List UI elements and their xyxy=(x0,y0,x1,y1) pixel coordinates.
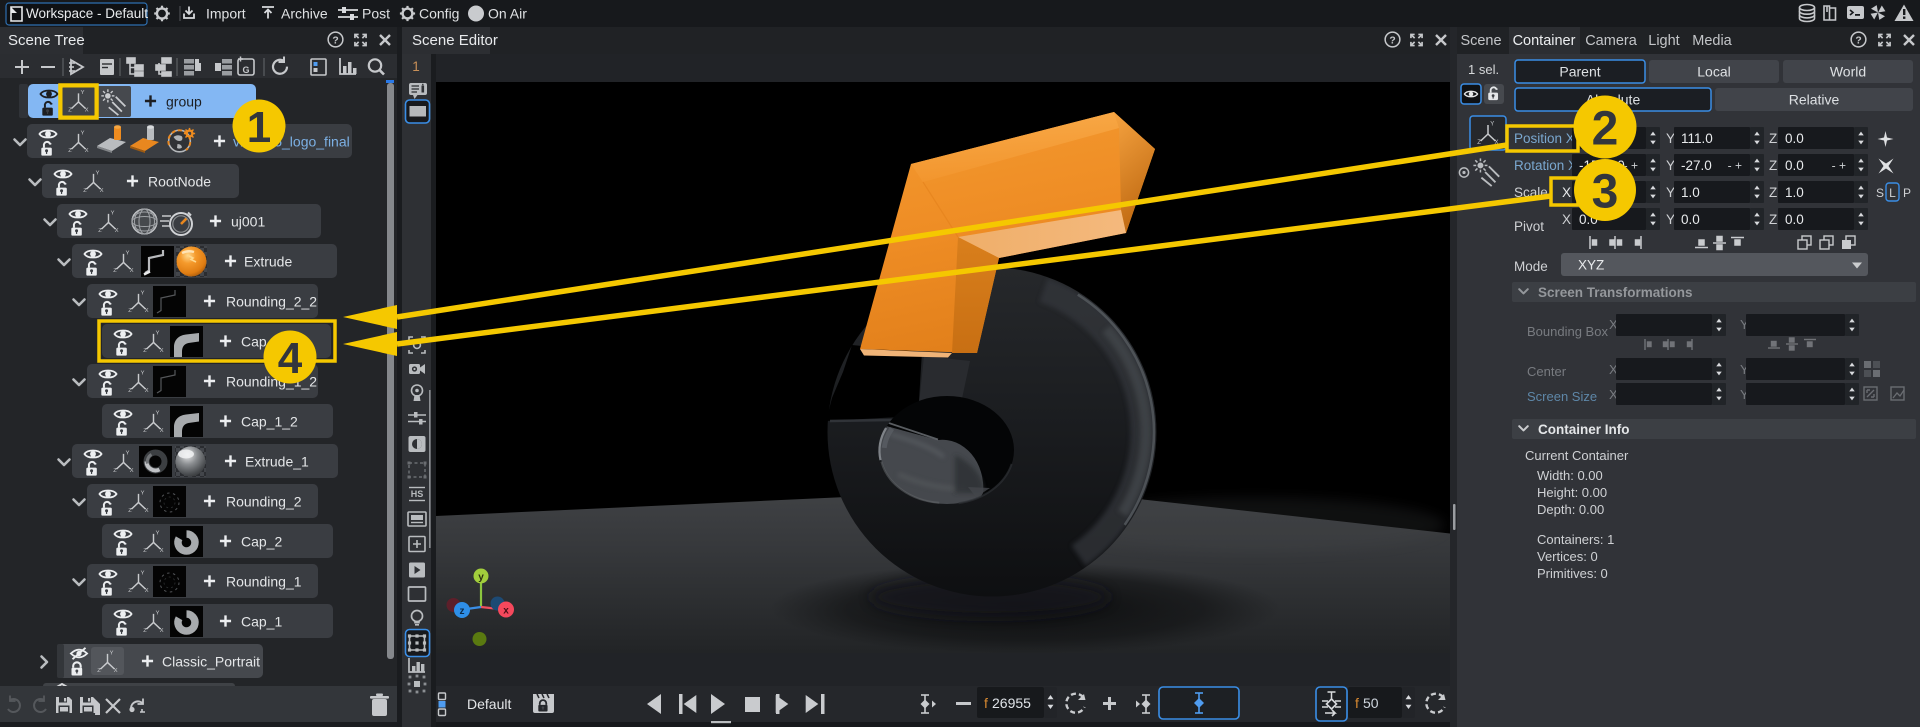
svg-text:Container: Container xyxy=(1513,33,1576,49)
svg-text:X: X xyxy=(1562,212,1571,227)
svg-text:Z: Z xyxy=(1769,131,1777,146)
svg-text:X: X xyxy=(1562,185,1571,200)
svg-text:1.0: 1.0 xyxy=(1681,185,1700,200)
svg-text:Rounding_1: Rounding_1 xyxy=(226,574,302,590)
svg-text:Mode: Mode xyxy=(1514,259,1548,274)
svg-text:uj001: uj001 xyxy=(231,214,265,230)
svg-text:Z: Z xyxy=(1769,158,1777,173)
svg-text:Camera: Camera xyxy=(1585,33,1638,49)
svg-text:0.0: 0.0 xyxy=(1785,212,1804,227)
svg-text:2: 2 xyxy=(1592,102,1619,155)
svg-text:Depth: 0.00: Depth: 0.00 xyxy=(1537,502,1604,517)
svg-text:Config: Config xyxy=(419,6,459,22)
svg-text:- +: - + xyxy=(1728,159,1742,173)
svg-text:0.0: 0.0 xyxy=(1785,158,1804,173)
svg-text:50: 50 xyxy=(1363,695,1379,711)
svg-text:y: y xyxy=(478,572,484,583)
svg-text:z: z xyxy=(460,606,465,617)
svg-text:Rotation X: Rotation X xyxy=(1514,158,1577,173)
svg-text:HS: HS xyxy=(411,489,424,499)
svg-text:Position X: Position X xyxy=(1514,131,1575,146)
svg-text:f: f xyxy=(984,695,988,711)
svg-text:World: World xyxy=(1830,64,1866,80)
svg-text:Container Info: Container Info xyxy=(1538,422,1630,437)
svg-text:- +: - + xyxy=(1832,159,1846,173)
svg-text:Extrude: Extrude xyxy=(244,254,292,270)
svg-text:Primitives: 0: Primitives: 0 xyxy=(1537,566,1608,581)
svg-text:L: L xyxy=(1889,186,1896,200)
svg-text:Width: 0.00: Width: 0.00 xyxy=(1537,468,1603,483)
svg-text:Vertices: 0: Vertices: 0 xyxy=(1537,549,1598,564)
svg-text:P: P xyxy=(1903,186,1911,200)
svg-text:group: group xyxy=(166,94,202,110)
svg-text:111.0: 111.0 xyxy=(1681,131,1713,146)
svg-text:-27.0: -27.0 xyxy=(1681,158,1712,173)
svg-text:Z: Z xyxy=(1769,212,1777,227)
svg-text:Cap_1: Cap_1 xyxy=(241,614,282,630)
svg-text:RootNode: RootNode xyxy=(148,174,211,190)
svg-text:XYZ: XYZ xyxy=(1578,258,1604,273)
svg-text:Screen Transformations: Screen Transformations xyxy=(1538,285,1693,300)
svg-text:f: f xyxy=(1355,695,1359,711)
svg-text:Center: Center xyxy=(1527,364,1567,379)
svg-text:Bounding Box: Bounding Box xyxy=(1527,324,1608,339)
svg-text:Light: Light xyxy=(1648,33,1679,49)
svg-text:Containers: 1: Containers: 1 xyxy=(1537,532,1614,547)
svg-text:1.0: 1.0 xyxy=(1785,185,1804,200)
svg-text:Archive: Archive xyxy=(281,6,328,22)
svg-text:G: G xyxy=(242,65,249,75)
svg-text:Y: Y xyxy=(1666,158,1675,173)
svg-text:Scene: Scene xyxy=(1460,33,1501,49)
svg-text:3: 3 xyxy=(1592,165,1619,218)
svg-text:Default: Default xyxy=(467,696,511,712)
svg-text:Classic_Portrait: Classic_Portrait xyxy=(162,654,260,670)
svg-text:Parent: Parent xyxy=(1559,64,1600,80)
svg-text:Y: Y xyxy=(1666,185,1675,200)
svg-text:Import: Import xyxy=(206,6,246,22)
svg-text:Media: Media xyxy=(1692,33,1732,49)
svg-text:0.0: 0.0 xyxy=(1681,212,1700,227)
svg-text:1 sel.: 1 sel. xyxy=(1468,62,1499,77)
svg-text:Pivot: Pivot xyxy=(1514,219,1544,234)
svg-text:26955: 26955 xyxy=(992,695,1031,711)
svg-text:Post: Post xyxy=(362,6,390,22)
svg-text:Rounding_2: Rounding_2 xyxy=(226,494,302,510)
svg-text:Scene Editor: Scene Editor xyxy=(412,32,498,49)
svg-text:1: 1 xyxy=(412,59,420,74)
svg-text:Local: Local xyxy=(1697,64,1730,80)
svg-text:Workspace - Default: Workspace - Default xyxy=(26,6,148,21)
svg-text:S: S xyxy=(1876,186,1884,200)
svg-text:On Air: On Air xyxy=(488,6,527,22)
svg-text:4: 4 xyxy=(278,334,303,383)
svg-text:Rounding_2_2: Rounding_2_2 xyxy=(226,294,317,310)
svg-text:Relative: Relative xyxy=(1789,92,1840,108)
svg-text:Extrude_1: Extrude_1 xyxy=(245,454,309,470)
svg-text:Height: 0.00: Height: 0.00 xyxy=(1537,485,1607,500)
svg-text:Cap_1_2: Cap_1_2 xyxy=(241,414,298,430)
svg-text:Y: Y xyxy=(1666,212,1675,227)
svg-text:0.0: 0.0 xyxy=(1785,131,1804,146)
svg-text:x: x xyxy=(503,606,509,617)
svg-text:Y: Y xyxy=(1666,131,1675,146)
svg-text:Z: Z xyxy=(1769,185,1777,200)
svg-text:Scene Tree: Scene Tree xyxy=(8,32,85,49)
svg-text:Current Container: Current Container xyxy=(1525,448,1629,463)
svg-text:Screen Size: Screen Size xyxy=(1527,389,1597,404)
svg-text:1: 1 xyxy=(247,103,271,152)
svg-text:Cap_2: Cap_2 xyxy=(241,534,282,550)
